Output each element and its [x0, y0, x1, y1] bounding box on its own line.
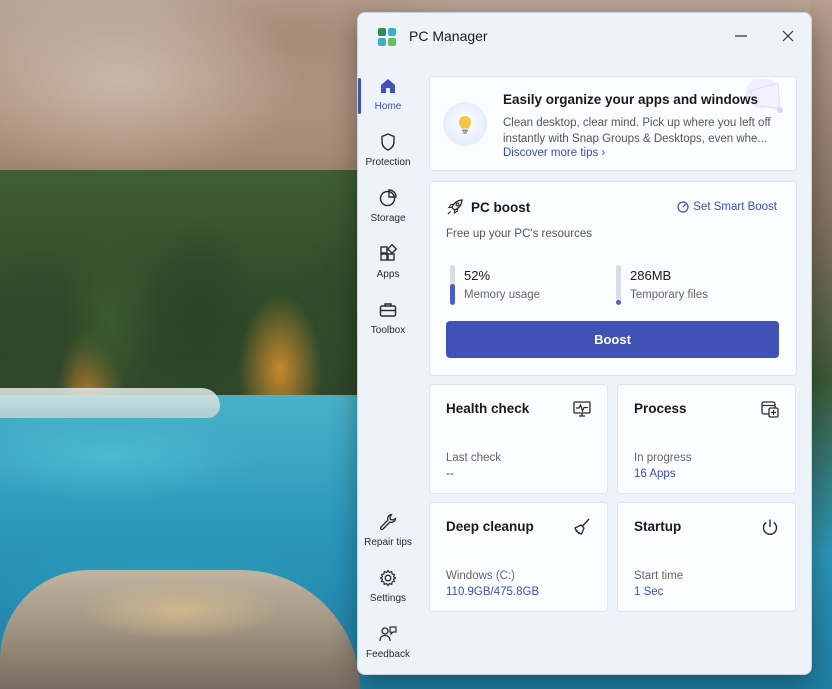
deep-cleanup-line2: 110.9GB/475.8GB	[446, 586, 540, 598]
tip-body-line: instantly with Snap Groups & Desktops, e…	[503, 133, 767, 145]
monitor-pulse-icon	[571, 398, 593, 420]
boost-button[interactable]: Boost	[446, 321, 779, 358]
health-check-line1: Last check	[446, 452, 501, 464]
sidebar-item-label: Repair tips	[364, 537, 412, 548]
process-line1: In progress	[634, 452, 692, 464]
pc-boost-card: PC boost Set Smart Boost Free up your PC…	[429, 181, 797, 376]
sidebar-item-label: Settings	[369, 593, 407, 604]
tip-card[interactable]: Easily organize your apps and windows Cl…	[429, 76, 797, 171]
sidebar-item-settings[interactable]: Settings	[358, 561, 418, 613]
minimize-button[interactable]	[723, 21, 759, 51]
health-check-tile[interactable]: Health check Last check --	[429, 384, 608, 494]
health-check-line2: --	[446, 468, 454, 480]
process-title: Process	[634, 401, 687, 416]
sidebar-item-repair-tips[interactable]: Repair tips	[358, 505, 418, 557]
pie-chart-icon	[377, 187, 399, 209]
lightbulb-icon	[446, 105, 484, 143]
process-tile[interactable]: Process In progress 16 Apps	[617, 384, 796, 494]
tip-title: Easily organize your apps and windows	[503, 92, 759, 107]
title-bar[interactable]: PC Manager	[358, 13, 811, 59]
window-title: PC Manager	[409, 28, 488, 44]
sidebar-item-label: Feedback	[366, 649, 410, 660]
sidebar-item-apps[interactable]: Apps	[358, 237, 418, 289]
sidebar-item-label: Toolbox	[370, 325, 406, 336]
close-icon	[782, 30, 794, 42]
process-line2: 16 Apps	[634, 468, 676, 480]
health-check-title: Health check	[446, 401, 530, 416]
temporary-files-value: 286MB	[630, 268, 672, 283]
rocket-icon	[447, 199, 463, 215]
home-icon	[377, 75, 399, 97]
startup-title: Startup	[634, 519, 682, 534]
sidebar-item-label: Home	[374, 101, 402, 112]
sidebar-item-home[interactable]: Home	[358, 69, 418, 121]
pc-boost-subtitle: Free up your PC's resources	[446, 228, 593, 240]
close-button[interactable]	[770, 21, 806, 51]
pc-manager-window: PC Manager Home Protection Storage Apps …	[357, 12, 812, 675]
sidebar-item-label: Storage	[370, 213, 406, 224]
set-smart-boost-label: Set Smart Boost	[693, 201, 777, 213]
set-smart-boost-link[interactable]: Set Smart Boost	[677, 201, 777, 213]
startup-line2: 1 Sec	[634, 586, 664, 598]
broom-icon	[571, 516, 593, 538]
sidebar: Home Protection Storage Apps Toolbox Rep…	[358, 69, 418, 669]
startup-line1: Start time	[634, 570, 684, 582]
sidebar-item-feedback[interactable]: Feedback	[358, 617, 418, 669]
feedback-icon	[377, 623, 399, 645]
deep-cleanup-line1: Windows (C:)	[446, 570, 516, 582]
shield-icon	[377, 131, 399, 153]
deep-cleanup-title: Deep cleanup	[446, 519, 534, 534]
startup-tile[interactable]: Startup Start time 1 Sec	[617, 502, 796, 612]
temporary-files-meter	[616, 265, 621, 305]
sidebar-item-toolbox[interactable]: Toolbox	[358, 293, 418, 345]
temporary-files-fill	[616, 300, 621, 305]
app-logo-icon	[378, 28, 396, 46]
sidebar-item-storage[interactable]: Storage	[358, 181, 418, 233]
memory-usage-meter	[450, 265, 455, 305]
active-indicator	[358, 78, 361, 114]
gear-icon	[377, 567, 399, 589]
discover-tips-link[interactable]: Discover more tips ›	[503, 147, 605, 159]
wallpaper-edge	[810, 0, 832, 689]
sidebar-item-label: Protection	[365, 157, 411, 168]
speedometer-icon	[677, 201, 689, 213]
wrench-icon	[377, 511, 399, 533]
memory-usage-fill	[450, 284, 455, 305]
memory-usage-value: 52%	[464, 268, 491, 283]
sidebar-item-label: Apps	[376, 269, 400, 280]
minimize-icon	[735, 35, 747, 37]
wallpaper-terrace-rim	[0, 388, 220, 418]
deep-cleanup-tile[interactable]: Deep cleanup Windows (C:) 110.9GB/475.8G…	[429, 502, 608, 612]
tip-body: Clean desktop, clear mind. Pick up where…	[503, 115, 788, 147]
process-window-icon	[759, 398, 781, 420]
memory-usage-label: Memory usage	[464, 289, 541, 301]
tip-body-line: Clean desktop, clear mind. Pick up where…	[503, 117, 771, 129]
power-icon	[759, 516, 781, 538]
sidebar-item-protection[interactable]: Protection	[358, 125, 418, 177]
pc-boost-title: PC boost	[471, 200, 531, 215]
toolbox-icon	[377, 299, 399, 321]
apps-grid-icon	[377, 243, 399, 265]
temporary-files-label: Temporary files	[630, 289, 708, 301]
